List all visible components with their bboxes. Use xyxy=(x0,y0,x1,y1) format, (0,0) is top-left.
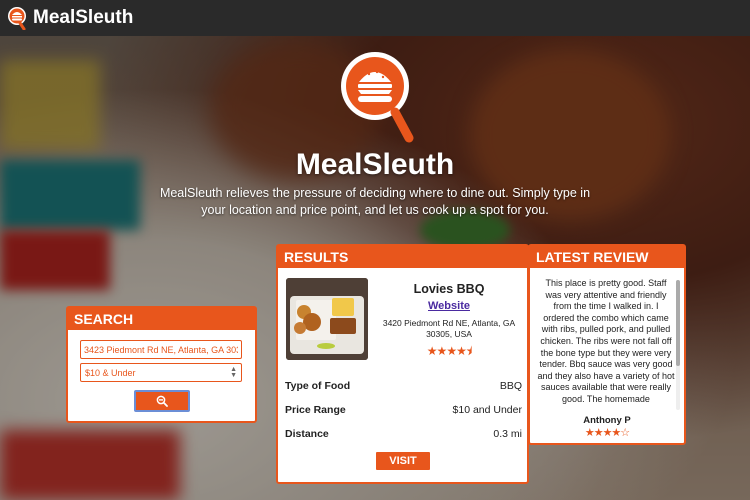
search-panel-header: SEARCH xyxy=(68,308,255,330)
search-button[interactable] xyxy=(133,390,190,412)
location-input[interactable] xyxy=(80,340,242,359)
detail-value: $10 and Under xyxy=(452,404,522,416)
reviewer-name: Anthony P xyxy=(583,415,631,426)
detail-row-price: Price Range $10 and Under xyxy=(285,404,522,416)
burger-magnifier-icon xyxy=(341,52,414,143)
detail-label: Price Range xyxy=(285,404,346,416)
hero-tagline: MealSleuth relieves the pressure of deci… xyxy=(159,186,591,217)
price-select[interactable]: $10 & Under ▲ ▼ xyxy=(80,363,242,382)
restaurant-photo xyxy=(286,278,368,360)
review-panel-header: LATEST REVIEW xyxy=(530,246,684,268)
navbar-brand[interactable]: MealSleuth xyxy=(33,7,133,29)
review-text[interactable]: This place is pretty good. Staff was ver… xyxy=(537,278,675,412)
navbar: MealSleuth xyxy=(0,0,750,36)
select-arrows-icon: ▲ ▼ xyxy=(230,365,237,379)
results-panel: RESULTS Lovies BBQ Website 3420 Piedmont… xyxy=(276,244,529,484)
restaurant-name: Lovies BBQ xyxy=(413,282,485,296)
restaurant-rating-stars: ★★★★⯨ xyxy=(426,344,472,358)
review-scrollbar[interactable] xyxy=(676,280,680,410)
search-icon xyxy=(156,395,168,407)
review-panel: LATEST REVIEW This place is pretty good.… xyxy=(528,244,686,445)
visit-button[interactable]: VISIT xyxy=(376,452,430,470)
hero-title: MealSleuth xyxy=(295,148,455,181)
price-select-value: $10 & Under xyxy=(85,367,136,378)
detail-value: 0.3 mi xyxy=(493,428,522,440)
detail-value: BBQ xyxy=(499,380,522,392)
results-panel-header: RESULTS xyxy=(278,246,527,268)
detail-label: Type of Food xyxy=(285,380,351,392)
burger-magnifier-icon[interactable] xyxy=(6,6,28,30)
detail-row-distance: Distance 0.3 mi xyxy=(285,428,522,440)
search-panel: SEARCH $10 & Under ▲▼ xyxy=(66,306,257,423)
website-link[interactable]: Website xyxy=(374,300,524,312)
review-rating-stars: ★★★★☆ xyxy=(584,427,630,439)
restaurant-address: 3420 Piedmont Rd NE, Atlanta, GA 30305, … xyxy=(382,318,516,339)
detail-row-type: Type of Food BBQ xyxy=(285,380,522,392)
detail-label: Distance xyxy=(285,428,329,440)
